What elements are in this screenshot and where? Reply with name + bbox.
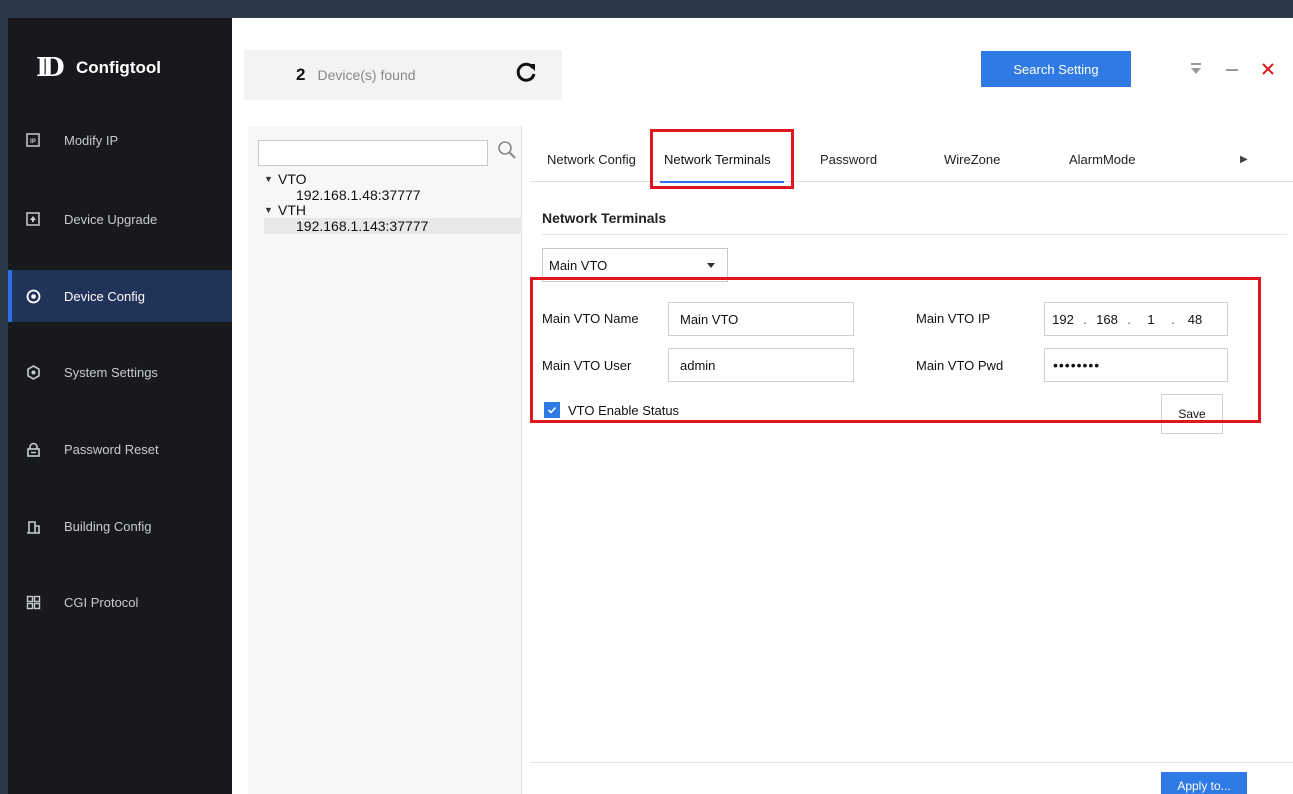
lock-icon [25,441,41,457]
main-vto-ip-label: Main VTO IP [916,311,991,326]
ip-octet[interactable]: 192 [1045,312,1081,327]
device-search-input[interactable] [258,140,488,166]
apply-to-button[interactable]: Apply to... [1161,772,1247,794]
device-count-label: Device(s) found [317,67,416,83]
main-vto-pwd-label: Main VTO Pwd [916,358,1004,373]
tree-device-item[interactable]: 192.168.1.48:37777 [264,187,522,203]
tab-wirezone[interactable]: WireZone [944,152,1000,167]
app-logo: ID [36,53,65,83]
sidebar-item-device-upgrade[interactable]: Device Upgrade [8,193,232,245]
tree-group-label: VTO [278,171,307,187]
config-panel: Network Config Network Terminals Passwor… [530,126,1293,794]
refresh-icon[interactable] [512,58,540,86]
device-count: 2 [296,65,306,84]
cgi-icon [25,594,41,610]
settings-icon [25,364,41,380]
sidebar-item-label: Modify IP [64,132,119,148]
section-title: Network Terminals [542,210,667,226]
dropdown-icon[interactable] [1185,58,1207,80]
vto-enable-checkbox[interactable] [544,402,560,418]
device-list-panel: ▼ VTO 192.168.1.48:37777 ▼ VTH 192.168.1… [248,126,522,794]
sidebar: ID Configtool IP Modify IP Device Upgrad… [8,18,232,794]
svg-text:IP: IP [30,139,36,145]
save-button[interactable]: Save [1161,394,1223,434]
sidebar-item-device-config[interactable]: Device Config [8,270,232,322]
brand: ID Configtool [36,52,161,84]
sidebar-item-label: Device Upgrade [64,211,158,227]
ip-octet[interactable]: 168 [1089,312,1125,327]
main-vto-name-label: Main VTO Name [542,311,639,326]
config-icon [25,288,41,304]
tree-group-vto[interactable]: ▼ VTO [264,172,522,187]
main-vto-ip-field[interactable]: 192 . 168 . 1 . 48 [1044,302,1228,336]
search-icon[interactable] [496,139,518,161]
main-vto-user-field[interactable] [668,348,854,382]
sidebar-item-password-reset[interactable]: Password Reset [8,423,232,475]
minimize-icon[interactable] [1221,58,1243,80]
vto-select[interactable]: Main VTO [542,248,728,282]
footer-divider [530,762,1293,763]
building-icon [25,518,41,534]
tab-alarmmode[interactable]: AlarmMode [1069,152,1135,167]
tree-group-vth[interactable]: ▼ VTH [264,203,522,218]
sidebar-item-label: Password Reset [64,441,159,457]
main-vto-user-label: Main VTO User [542,358,632,373]
close-icon[interactable] [1257,58,1279,80]
sidebar-item-label: CGI Protocol [64,594,139,610]
active-tab-indicator [660,181,784,183]
upgrade-icon [25,211,41,227]
sidebar-item-building-config[interactable]: Building Config [8,500,232,552]
device-tree: ▼ VTO 192.168.1.48:37777 ▼ VTH 192.168.1… [264,172,522,234]
sidebar-item-label: Device Config [64,288,145,304]
section-divider [542,234,1287,235]
sidebar-item-label: Building Config [64,518,152,534]
configtool-window: ID Configtool IP Modify IP Device Upgrad… [8,18,1293,794]
ip-octet[interactable]: 1 [1133,312,1169,327]
tree-group-label: VTH [278,202,306,218]
caret-down-icon[interactable]: ▼ [264,172,278,187]
sidebar-item-modify-ip[interactable]: IP Modify IP [8,114,232,166]
search-setting-button[interactable]: Search Setting [981,51,1131,87]
tab-password[interactable]: Password [820,152,877,167]
header-bar: 2 Device(s) found Search Setting [232,18,1293,102]
main-vto-name-field[interactable] [668,302,854,336]
caret-down-icon[interactable]: ▼ [264,203,278,218]
tab-scroll-right-icon[interactable]: ▶ [1240,154,1250,166]
chevron-down-icon [707,263,715,268]
sidebar-item-system-settings[interactable]: System Settings [8,346,232,398]
sidebar-item-cgi-protocol[interactable]: CGI Protocol [8,576,232,628]
main-vto-pwd-field[interactable]: •••••••• [1044,348,1228,382]
tab-network-config[interactable]: Network Config [547,152,636,167]
tree-device-item[interactable]: 192.168.1.143:37777 [264,218,522,234]
vto-select-value: Main VTO [549,257,608,273]
tab-network-terminals[interactable]: Network Terminals [664,152,771,167]
ip-icon: IP [25,132,41,148]
app-name: Configtool [76,58,161,77]
tab-bar: Network Config Network Terminals Passwor… [530,140,1293,183]
sidebar-item-label: System Settings [64,364,158,380]
ip-octet[interactable]: 48 [1177,312,1213,327]
vto-enable-label: VTO Enable Status [568,403,680,418]
